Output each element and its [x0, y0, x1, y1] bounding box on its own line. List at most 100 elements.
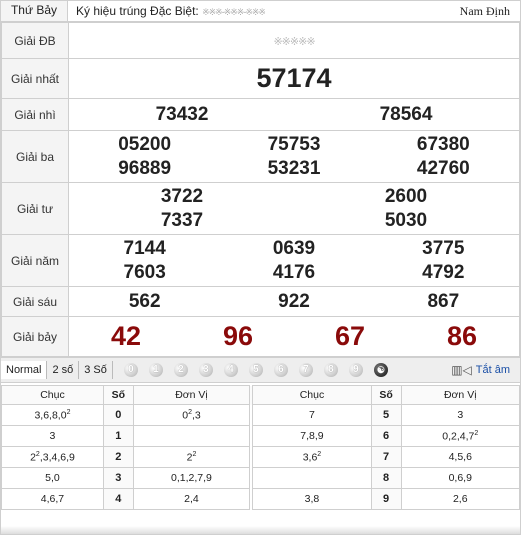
prize-number: 0639: [272, 237, 316, 259]
prize-label: Giải ba: [1, 130, 69, 183]
loto-chuc: [252, 467, 372, 489]
digit-8-button[interactable]: 8: [323, 363, 338, 377]
prize-row-bay: Giải bảy 42 96 67 86: [1, 316, 520, 357]
loto-row: 5,0 3 0,1,2,7,9 8 0,6,9: [1, 467, 521, 489]
prize-row-ba: Giải ba 05200 75753 67380 96889 53231 42…: [1, 130, 520, 183]
prize-number: 86: [446, 321, 478, 351]
digit-3-button[interactable]: 3: [198, 363, 213, 377]
day-label: Thứ Bảy: [1, 1, 68, 21]
loto-donvi: 02,3: [132, 404, 251, 426]
prize-table: Giải ĐB ※※※※※ Giải nhất 57174 Giải nhì 7…: [1, 22, 520, 357]
prize-number: 96889: [118, 157, 172, 179]
loto-chuc: 7,8,9: [252, 425, 372, 447]
prize-number: 7144: [123, 237, 166, 259]
prize-row-nhat: Giải nhất 57174: [1, 58, 520, 99]
loto-so: 1: [102, 425, 134, 447]
loto-so: 8: [370, 467, 402, 489]
digit-5-button[interactable]: 5: [248, 363, 263, 377]
prize-number: 7603: [123, 261, 166, 283]
special-symbol-value: ※※※-※※※-※※※: [202, 7, 266, 17]
header-chuc: Chục: [252, 385, 372, 405]
prize-number: 53231: [267, 157, 321, 179]
prize-label: Giải sáu: [1, 286, 69, 317]
prize-label: Giải tư: [1, 182, 69, 235]
sound-toggle[interactable]: ▥◁ Tắt âm: [451, 363, 520, 377]
prize-number: 4792: [422, 261, 465, 283]
loto-chuc: 22,3,4,6,9: [1, 446, 104, 468]
loto-so: 0: [102, 404, 134, 426]
prize-label: Giải nhất: [1, 58, 69, 99]
loto-donvi: 0,2,4,72: [400, 425, 521, 447]
prize-number: 78564: [379, 103, 433, 125]
loto-chuc: 3,8: [252, 488, 372, 510]
prize-number: 67: [334, 321, 366, 351]
digit-0-button[interactable]: 0: [123, 363, 138, 377]
header-donvi: Đơn Vị: [132, 385, 251, 405]
speaker-icon: ▥◁: [451, 363, 472, 377]
prize-number: 05200: [118, 133, 172, 155]
header-chuc: Chục: [1, 385, 104, 405]
digit-6-button[interactable]: 6: [273, 363, 288, 377]
special-symbol: Ký hiệu trúng Đặc Biệt: ※※※-※※※-※※※: [68, 4, 460, 18]
prize-number: 3722: [160, 185, 204, 207]
loto-so: 3: [102, 467, 134, 489]
loto-chuc: 5,0: [1, 467, 104, 489]
loto-row: 3,6,8,02 0 02,3 7 5 3: [1, 404, 521, 426]
loto-donvi: 22: [132, 446, 251, 468]
loto-row: 3 1 7,8,9 6 0,2,4,72: [1, 425, 521, 447]
prize-number: 2600: [384, 185, 428, 207]
loto-row: 4,6,7 4 2,4 3,8 9 2,6: [1, 488, 521, 510]
loto-donvi: [132, 425, 251, 447]
prize-number: 42: [110, 321, 142, 351]
prize-label: Giải ĐB: [1, 22, 69, 59]
prize-number: 4176: [272, 261, 316, 283]
loto-donvi: 2,6: [400, 488, 521, 510]
loto-donvi: 0,6,9: [400, 467, 521, 489]
prize-label: Giải nhì: [1, 98, 69, 131]
loto-table: Chục Số Đơn Vị Chục Số Đơn Vị 3,6,8,02 0 0…: [1, 385, 521, 510]
prize-number: 562: [128, 290, 161, 312]
loto-donvi: 3: [400, 404, 521, 426]
prize-label: Giải bảy: [1, 316, 69, 357]
loto-donvi: 2,4: [132, 488, 251, 510]
loto-chuc: 3: [1, 425, 104, 447]
prize-row-sau: Giải sáu 562 922 867: [1, 286, 520, 317]
prize-label: Giải năm: [1, 234, 69, 287]
prize-number: 57174: [256, 63, 332, 93]
special-prize-value: ※※※※※: [273, 35, 315, 48]
prize-number: 922: [278, 290, 310, 312]
loto-so: 6: [370, 425, 402, 447]
loto-chuc: 4,6,7: [1, 488, 104, 510]
prize-row-tu: Giải tư 3722 2600 7337 5030: [1, 182, 520, 235]
prize-number: 3775: [422, 237, 465, 259]
loto-chuc: 3,62: [252, 446, 372, 468]
header-so: Số: [102, 385, 134, 405]
yin-yang-icon[interactable]: ☯: [373, 363, 388, 377]
province-name: Nam Định: [459, 3, 510, 18]
option-normal[interactable]: Normal: [1, 361, 48, 379]
loto-so: 2: [102, 446, 134, 468]
loto-so: 4: [102, 488, 134, 510]
loto-chuc: 7: [252, 404, 372, 426]
display-controls: Normal 2 số 3 Số 0 1 2 3 4 5 6 7 8 9 ☯ ▥…: [1, 357, 520, 383]
digit-4-button[interactable]: 4: [223, 363, 238, 377]
prize-number: 67380: [416, 133, 470, 155]
lottery-results-panel: Thứ Bảy Ký hiệu trúng Đặc Biệt: ※※※-※※※-…: [0, 0, 521, 535]
digit-9-button[interactable]: 9: [348, 363, 363, 377]
prize-number: 73432: [155, 103, 209, 125]
header-so: Số: [370, 385, 402, 405]
loto-so: 7: [370, 446, 402, 468]
option-3-so[interactable]: 3 Số: [79, 361, 113, 379]
digit-1-button[interactable]: 1: [148, 363, 163, 377]
prize-number: 867: [427, 290, 460, 312]
prize-number: 7337: [160, 209, 204, 231]
digit-2-button[interactable]: 2: [173, 363, 188, 377]
digit-7-button[interactable]: 7: [298, 363, 313, 377]
prize-number: 42760: [416, 157, 470, 179]
sound-toggle-label[interactable]: Tắt âm: [476, 364, 510, 376]
results-header: Thứ Bảy Ký hiệu trúng Đặc Biệt: ※※※-※※※-…: [1, 1, 520, 22]
special-symbol-label: Ký hiệu trúng Đặc Biệt:: [76, 4, 199, 18]
loto-header-row: Chục Số Đơn Vị Chục Số Đơn Vị: [1, 385, 521, 405]
prize-number: 96: [222, 321, 254, 351]
option-2-so[interactable]: 2 số: [47, 361, 80, 379]
